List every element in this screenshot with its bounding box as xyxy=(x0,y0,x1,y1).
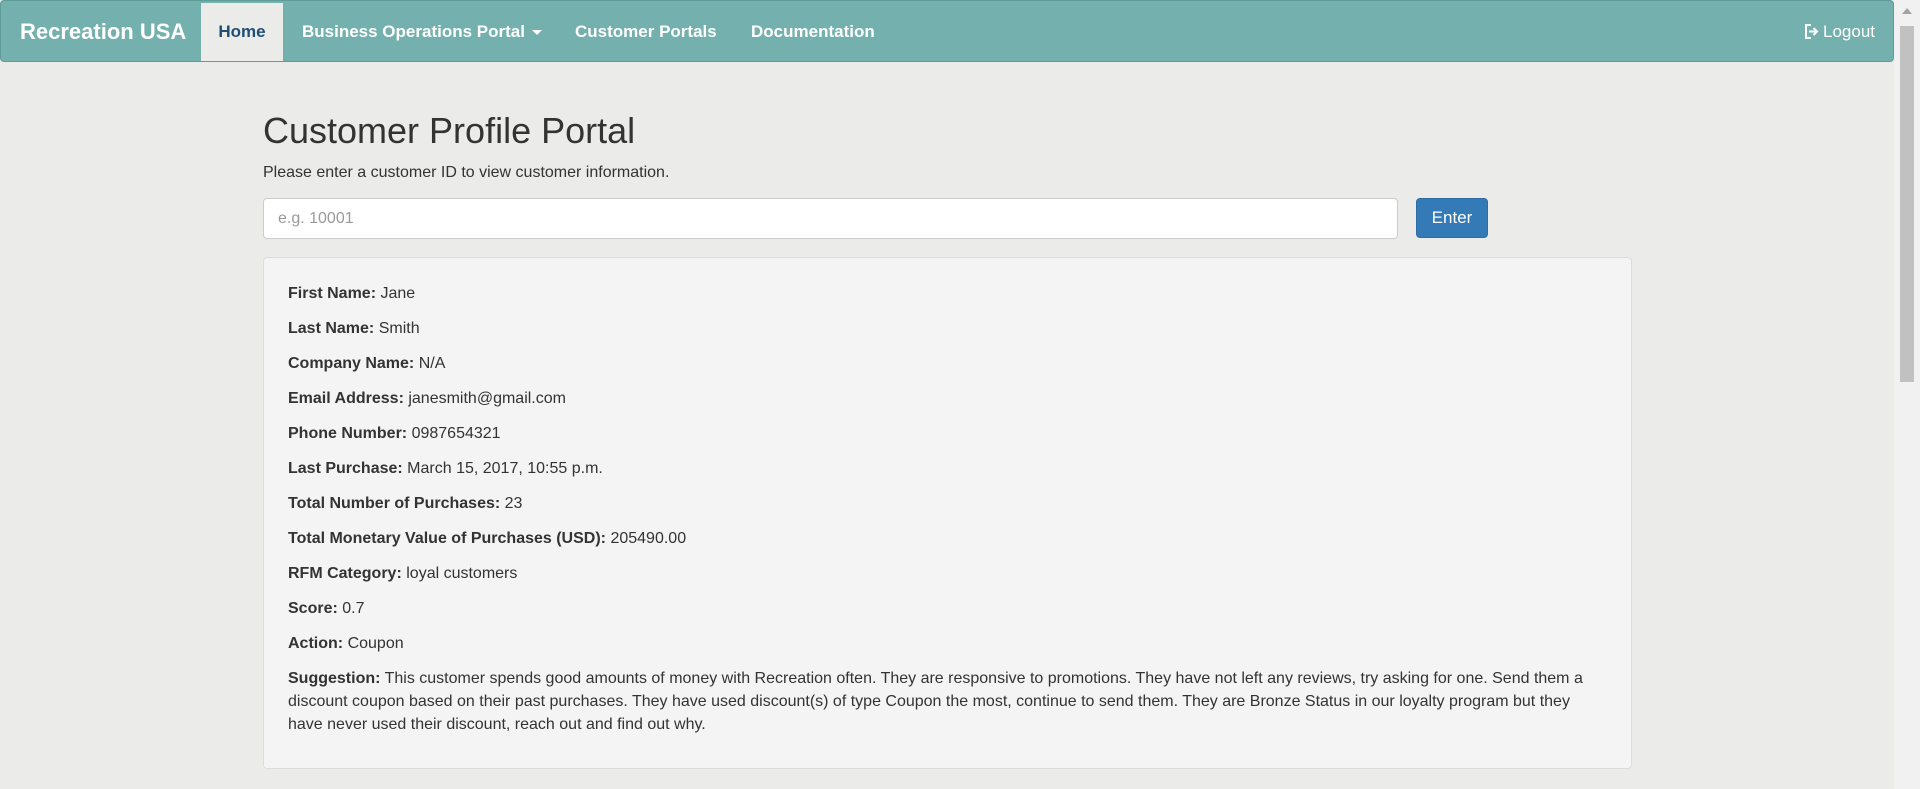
field-label: RFM Category: xyxy=(288,565,402,582)
field-label: Last Name: xyxy=(288,320,375,337)
field-label: Action: xyxy=(288,635,344,652)
nav-business-operations-label: Business Operations Portal xyxy=(302,22,525,41)
field-total-monetary-value: Total Monetary Value of Purchases (USD):… xyxy=(288,527,1607,550)
field-value: March 15, 2017, 10:55 p.m. xyxy=(407,460,603,477)
field-company-name: Company Name: N/A xyxy=(288,352,1607,375)
page-intro-text: Please enter a customer ID to view custo… xyxy=(263,164,670,181)
customer-profile-card: First Name: Jane Last Name: Smith Compan… xyxy=(263,257,1632,769)
field-rfm-category: RFM Category: loyal customers xyxy=(288,562,1607,585)
field-action: Action: Coupon xyxy=(288,632,1607,655)
logout-link[interactable]: Logout xyxy=(1804,3,1875,61)
field-value: 0987654321 xyxy=(411,425,501,442)
field-label: Last Purchase: xyxy=(288,460,403,477)
page-scrollbar[interactable] xyxy=(1894,0,1920,789)
field-label: First Name: xyxy=(288,285,377,302)
field-label: Suggestion: xyxy=(288,670,381,687)
page-title: Customer Profile Portal xyxy=(263,110,636,151)
nav-customer-portals[interactable]: Customer Portals xyxy=(575,3,717,61)
field-email-address: Email Address: janesmith@gmail.com xyxy=(288,387,1607,410)
field-score: Score: 0.7 xyxy=(288,597,1607,620)
field-suggestion: Suggestion: This customer spends good am… xyxy=(288,667,1607,736)
brand-logo[interactable]: Recreation USA xyxy=(20,1,186,63)
field-label: Phone Number: xyxy=(288,425,408,442)
caret-down-icon xyxy=(531,30,542,36)
enter-button[interactable]: Enter xyxy=(1416,198,1488,238)
field-value: Smith xyxy=(378,320,420,337)
nav-documentation[interactable]: Documentation xyxy=(751,3,875,61)
field-value: Coupon xyxy=(347,635,404,652)
customer-id-input[interactable] xyxy=(263,198,1398,239)
nav-home[interactable]: Home xyxy=(201,3,283,61)
nav-business-operations-portal[interactable]: Business Operations Portal xyxy=(302,3,542,61)
field-last-name: Last Name: Smith xyxy=(288,317,1607,340)
field-value: N/A xyxy=(418,355,446,372)
field-value: Jane xyxy=(380,285,416,302)
field-value: janesmith@gmail.com xyxy=(408,390,566,407)
field-last-purchase: Last Purchase: March 15, 2017, 10:55 p.m… xyxy=(288,457,1607,480)
scrollbar-thumb[interactable] xyxy=(1900,26,1914,382)
logout-label: Logout xyxy=(1823,22,1875,41)
field-label: Company Name: xyxy=(288,355,415,372)
field-label: Email Address: xyxy=(288,390,404,407)
field-label: Total Number of Purchases: xyxy=(288,495,501,512)
field-phone-number: Phone Number: 0987654321 xyxy=(288,422,1607,445)
field-total-purchases: Total Number of Purchases: 23 xyxy=(288,492,1607,515)
scroll-up-arrow-icon[interactable] xyxy=(1902,8,1912,14)
field-first-name: First Name: Jane xyxy=(288,282,1607,305)
field-label: Total Monetary Value of Purchases (USD): xyxy=(288,530,606,547)
field-value: This customer spends good amounts of mon… xyxy=(288,670,1583,733)
profile-field-list: First Name: Jane Last Name: Smith Compan… xyxy=(288,282,1607,748)
field-value: 205490.00 xyxy=(610,530,687,547)
field-value: 0.7 xyxy=(342,600,365,617)
field-value: loyal customers xyxy=(406,565,518,582)
field-value: 23 xyxy=(504,495,523,512)
top-navbar: Recreation USA Home Business Operations … xyxy=(0,0,1894,62)
logout-icon xyxy=(1805,24,1819,39)
field-label: Score: xyxy=(288,600,338,617)
